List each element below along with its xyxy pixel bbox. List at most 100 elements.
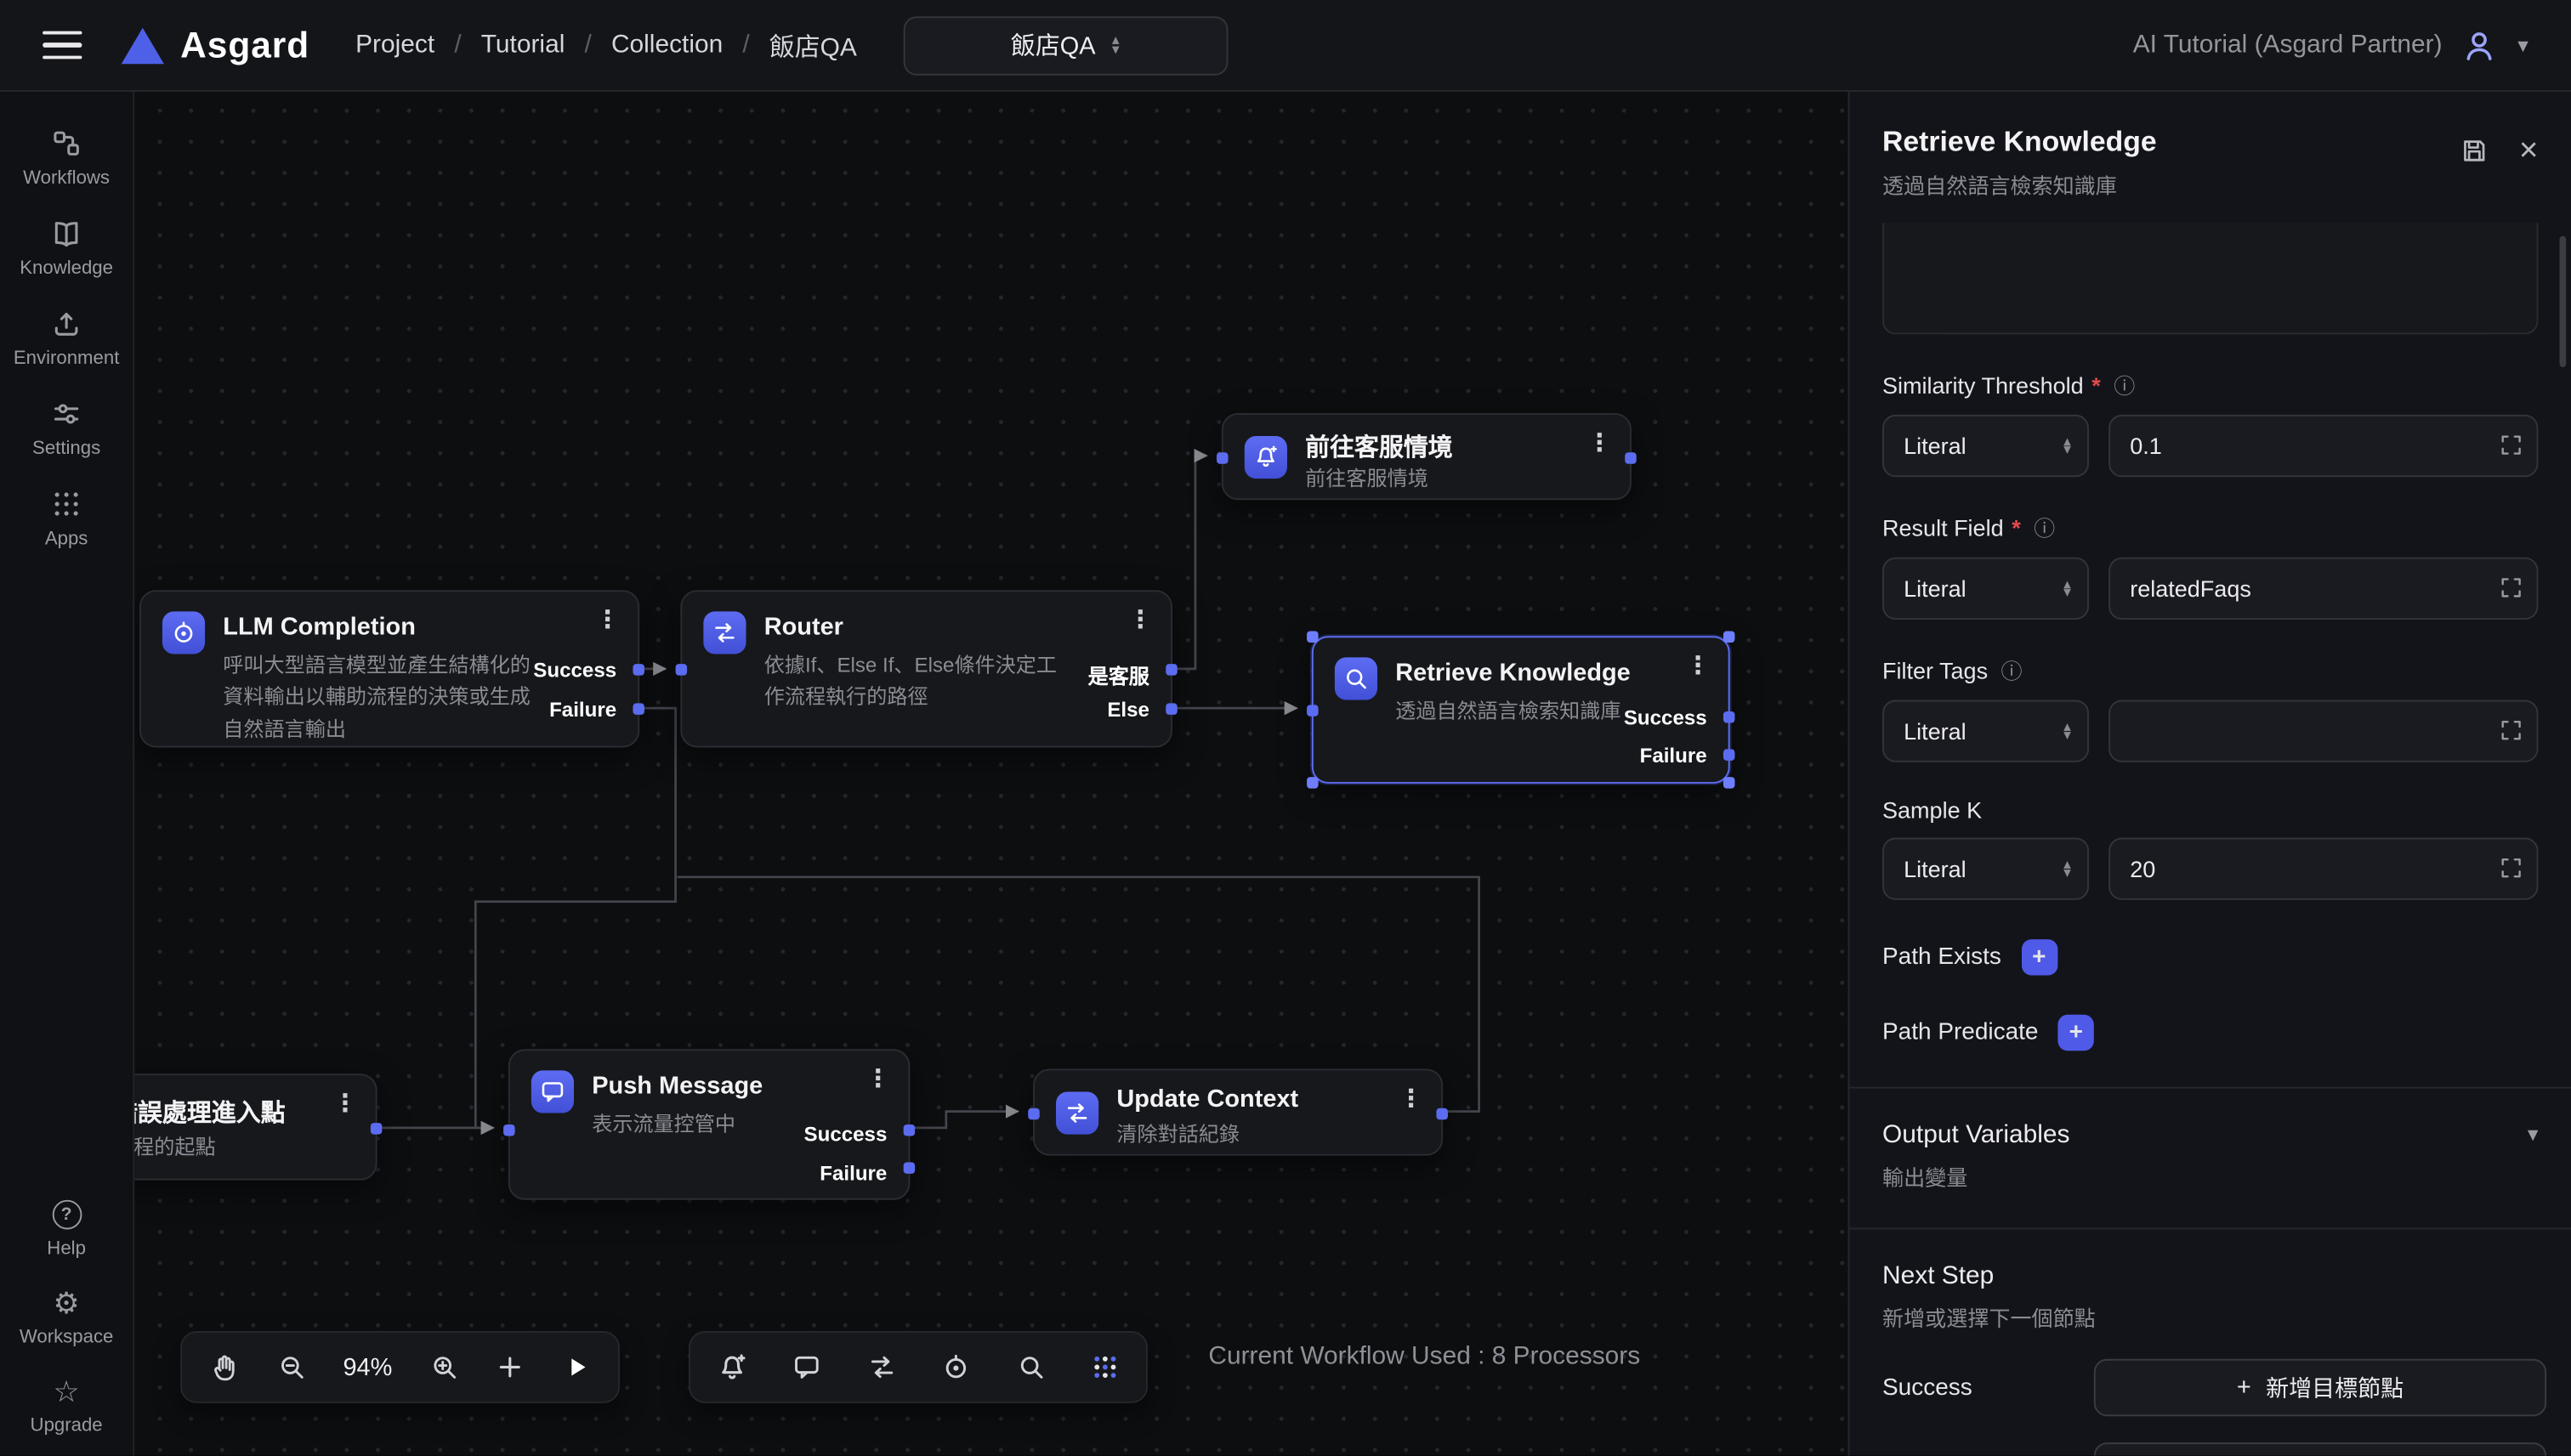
path-predicate-row: Path Predicate +: [1882, 1015, 2538, 1051]
selection-handle[interactable]: [1307, 632, 1319, 643]
kebab-menu-icon[interactable]: ⋮: [866, 1068, 890, 1092]
filter-tags-mode-select[interactable]: Literal ▴▾: [1882, 700, 2089, 762]
zoom-in-button[interactable]: [429, 1352, 459, 1382]
notify-tool-button[interactable]: [717, 1351, 748, 1383]
expand-editor-button[interactable]: [2499, 856, 2523, 881]
save-button[interactable]: [2460, 136, 2490, 166]
similarity-threshold-mode-select[interactable]: Literal ▴▾: [1882, 415, 2089, 477]
info-icon[interactable]: ⓘ: [2114, 369, 2135, 400]
run-workflow-button[interactable]: [563, 1352, 593, 1382]
router-tool-button[interactable]: [867, 1352, 897, 1382]
sidebar-item-apps[interactable]: Apps: [0, 489, 133, 549]
output-port-success[interactable]: [904, 1125, 916, 1136]
expand-editor-button[interactable]: [2499, 718, 2523, 743]
add-path-exists-button[interactable]: +: [2021, 939, 2057, 975]
selection-handle[interactable]: [1307, 777, 1319, 789]
node-subtitle: 依據If、Else If、Else條件決定工作流程執行的路徑: [764, 651, 1076, 715]
breadcrumb-tutorial[interactable]: Tutorial: [481, 31, 565, 60]
node-retrieve-knowledge[interactable]: Retrieve Knowledge 透過自然語言檢索知識庫 ⋮ Success…: [1312, 636, 1730, 784]
sidebar-item-workspace[interactable]: ⚙ Workspace: [0, 1289, 133, 1347]
input-port[interactable]: [676, 664, 688, 676]
output-variables-section[interactable]: Output Variables 輸出變量 ▾: [1849, 1089, 2571, 1193]
workflow-selector[interactable]: 飯店QA ▴▾: [903, 15, 1228, 74]
search-tool-button[interactable]: [1016, 1352, 1046, 1382]
processor-tool-button[interactable]: [941, 1352, 971, 1382]
input-port[interactable]: [1217, 452, 1229, 464]
add-success-target-button[interactable]: + 新增目標節點: [2094, 1359, 2546, 1417]
workflow-canvas[interactable]: 前往客服情境 前往客服情境 ⋮ LLM Completion 呼叫大型語言模型並…: [134, 92, 1847, 1456]
output-port-failure[interactable]: [1723, 749, 1735, 761]
result-field-mode-select[interactable]: Literal ▴▾: [1882, 558, 2089, 620]
kebab-menu-icon[interactable]: ⋮: [333, 1091, 358, 1116]
sample-k-mode-select[interactable]: Literal ▴▾: [1882, 838, 2089, 900]
pan-hand-button[interactable]: [208, 1351, 240, 1383]
account-chevron-icon[interactable]: ▾: [2517, 32, 2528, 59]
output-port[interactable]: [1436, 1108, 1448, 1120]
path-predicate-label: Path Predicate: [1882, 1020, 2038, 1046]
zoom-out-button[interactable]: [276, 1352, 306, 1382]
sidebar-item-workflows[interactable]: Workflows: [0, 127, 133, 188]
breadcrumb-collection[interactable]: Collection: [611, 31, 723, 60]
expand-editor-button[interactable]: [2499, 575, 2523, 600]
node-title: Router: [764, 613, 843, 641]
input-port[interactable]: [503, 1125, 515, 1136]
logo[interactable]: Asgard: [122, 24, 309, 66]
node-router[interactable]: Router 依據If、Else If、Else條件決定工作流程執行的路徑 ⋮ …: [680, 590, 1172, 747]
selection-handle[interactable]: [1723, 632, 1735, 643]
chevron-down-icon[interactable]: ▾: [2528, 1121, 2539, 1147]
sidebar-item-environment[interactable]: Environment: [0, 309, 133, 369]
selection-handle[interactable]: [1723, 777, 1735, 789]
node-update-context[interactable]: Update Context 清除對話紀錄 ⋮: [1033, 1068, 1443, 1155]
output-port[interactable]: [371, 1123, 383, 1135]
sidebar-item-upgrade[interactable]: ☆ Upgrade: [0, 1377, 133, 1436]
add-failure-target-button[interactable]: + 新增目標節點: [2094, 1442, 2546, 1455]
similarity-threshold-input[interactable]: [2108, 415, 2538, 477]
query-field-partial[interactable]: [1882, 223, 2538, 334]
add-node-button[interactable]: [496, 1352, 525, 1382]
node-error-entry[interactable]: 錯誤處理進入點 流程的起點 ⋮: [134, 1074, 377, 1180]
expand-icon: [2499, 575, 2523, 600]
output-port-success[interactable]: [1723, 711, 1735, 723]
output-port-is-support[interactable]: [1166, 664, 1178, 676]
node-subtitle: 流程的起點: [134, 1133, 215, 1164]
workflow-selector-value: 飯店QA: [1011, 28, 1096, 63]
message-tool-button[interactable]: [792, 1352, 822, 1382]
kebab-menu-icon[interactable]: ⋮: [1399, 1087, 1423, 1112]
sidebar-item-settings[interactable]: Settings: [0, 399, 133, 459]
input-port[interactable]: [1028, 1108, 1040, 1120]
info-icon[interactable]: ⓘ: [2034, 512, 2055, 543]
breadcrumb-project[interactable]: Project: [355, 31, 434, 60]
sidebar-item-help[interactable]: ? Help: [0, 1200, 133, 1259]
add-path-predicate-button[interactable]: +: [2058, 1015, 2094, 1051]
output-port-else[interactable]: [1166, 703, 1178, 715]
info-icon[interactable]: ⓘ: [2001, 654, 2023, 686]
bell-icon: [1245, 436, 1287, 479]
expand-editor-button[interactable]: [2499, 433, 2523, 457]
kebab-menu-icon[interactable]: ⋮: [1128, 609, 1153, 633]
success-label: Success: [1882, 1374, 1972, 1401]
sample-k-input[interactable]: [2108, 838, 2538, 900]
input-port[interactable]: [1307, 705, 1319, 717]
output-port-success[interactable]: [633, 664, 644, 676]
panel-scrollbar[interactable]: [2560, 236, 2567, 367]
output-port-failure[interactable]: [633, 703, 644, 715]
node-llm-completion[interactable]: LLM Completion 呼叫大型語言模型並產生結構化的資料輸出以輔助流程的…: [139, 590, 639, 747]
node-goto-support[interactable]: 前往客服情境 前往客服情境 ⋮: [1222, 413, 1632, 500]
kebab-menu-icon[interactable]: ⋮: [1686, 654, 1711, 679]
close-panel-button[interactable]: ×: [2519, 134, 2539, 167]
breadcrumb-separator: /: [742, 31, 749, 60]
node-push-message[interactable]: Push Message 表示流量控管中 ⋮ Success Failure: [508, 1049, 911, 1199]
filter-tags-input[interactable]: [2108, 700, 2538, 762]
user-icon[interactable]: [2462, 27, 2498, 63]
save-icon: [2460, 136, 2490, 166]
zoom-in-icon: [429, 1352, 459, 1382]
output-port-failure[interactable]: [904, 1162, 916, 1174]
kebab-menu-icon[interactable]: ⋮: [595, 609, 620, 633]
result-field-input[interactable]: [2108, 558, 2538, 620]
output-port[interactable]: [1625, 452, 1637, 464]
more-tools-button[interactable]: [1090, 1352, 1120, 1382]
breadcrumb-current[interactable]: 飯店QA: [769, 27, 857, 63]
menu-button[interactable]: [43, 31, 82, 59]
sidebar-item-knowledge[interactable]: Knowledge: [0, 218, 133, 279]
kebab-menu-icon[interactable]: ⋮: [1587, 431, 1612, 456]
